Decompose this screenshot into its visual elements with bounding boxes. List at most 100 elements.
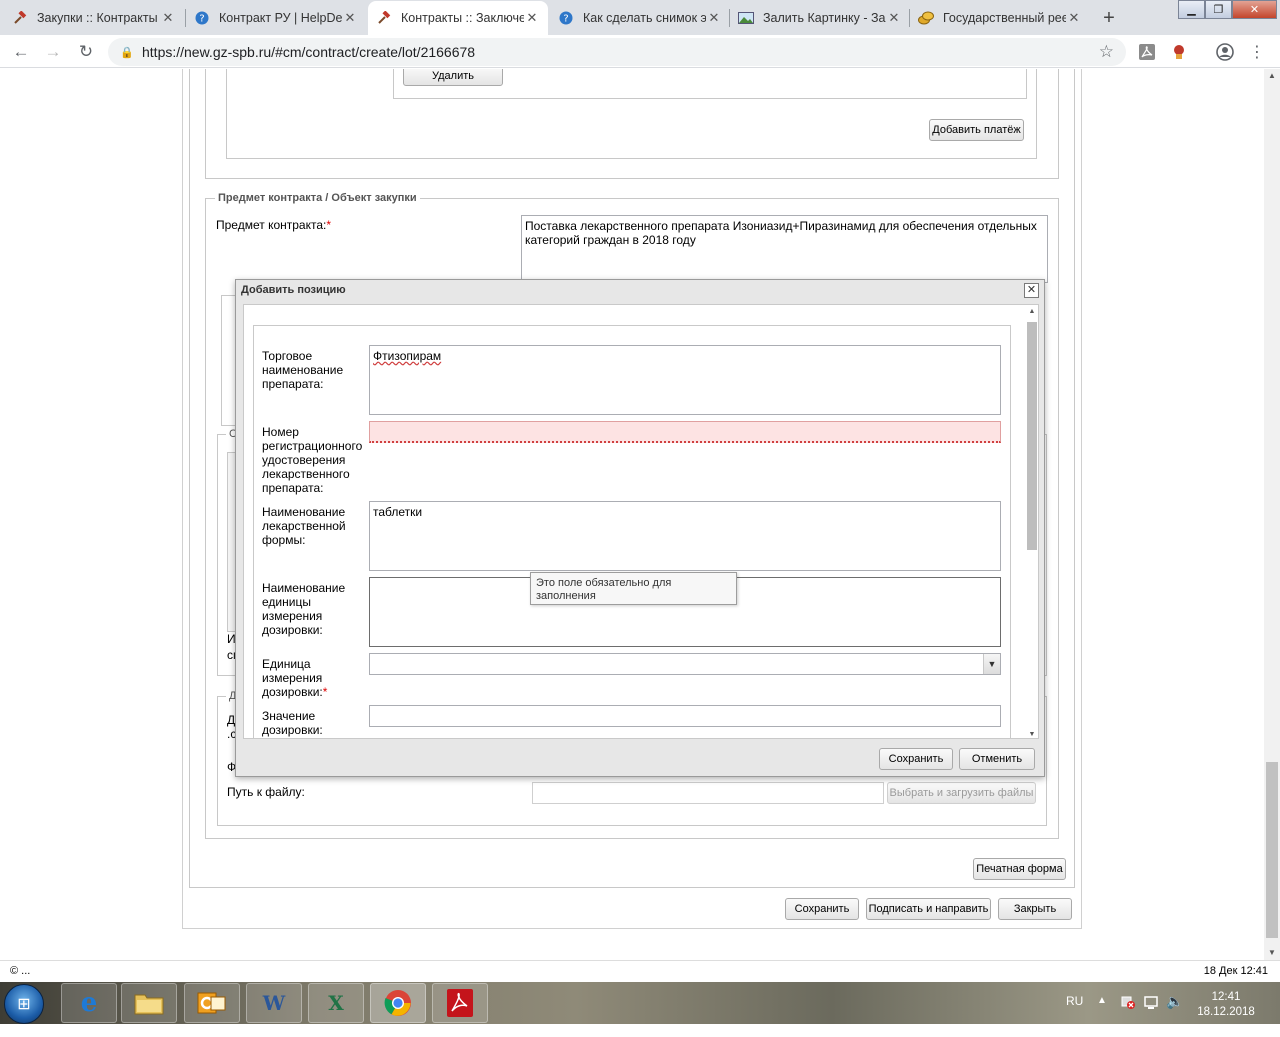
- help-globe-icon: ?: [194, 10, 210, 26]
- status-left: © ...: [10, 965, 31, 977]
- lock-icon: 🔒: [120, 46, 134, 59]
- browser-tab[interactable]: Государственный реестр ✕: [910, 1, 1090, 35]
- tab-close-icon[interactable]: ✕: [160, 10, 176, 26]
- choose-upload-button[interactable]: Выбрать и загрузить файлы: [887, 782, 1036, 804]
- save-button[interactable]: Сохранить: [785, 898, 859, 920]
- tab-title: Государственный реестр: [943, 11, 1066, 25]
- taskbar: ⊞ e W X RU ▲ 🔈 12:41 18.12.2018: [0, 982, 1280, 1024]
- language-indicator[interactable]: RU: [1066, 994, 1083, 1036]
- browser-toolbar: ← → ↻ 🔒 https://new.gz-spb.ru/#cm/contra…: [0, 35, 1280, 68]
- form-name-label: Наименование лекарственной формы:: [262, 505, 346, 547]
- clock-date: 18.12.2018: [1197, 1006, 1255, 1018]
- minimize-icon[interactable]: ▁: [1178, 0, 1205, 19]
- print-form-button[interactable]: Печатная форма: [973, 858, 1066, 880]
- picture-icon: [738, 10, 754, 26]
- text-fragment: Д: [227, 713, 236, 727]
- dialog-save-button[interactable]: Сохранить: [879, 748, 953, 770]
- dialog-scrollbar-thumb[interactable]: [1027, 322, 1037, 550]
- dialog-title: Добавить позицию: [241, 284, 346, 296]
- tab-close-icon[interactable]: ✕: [706, 10, 722, 26]
- hammer-icon: [12, 10, 28, 26]
- address-url: https://new.gz-spb.ru/#cm/contract/creat…: [142, 44, 476, 60]
- add-position-dialog: Добавить позицию ✕ Торговое наименование…: [235, 279, 1045, 777]
- scroll-down-icon[interactable]: ▼: [1264, 946, 1280, 960]
- tab-title: Контракт РУ | HelpDesk: [219, 11, 342, 25]
- close-button[interactable]: Закрыть: [998, 898, 1072, 920]
- tab-title: Контракты :: Заключение: [401, 11, 524, 25]
- help-globe-icon: ?: [558, 10, 574, 26]
- trade-name-textarea[interactable]: Фтизопирам: [369, 345, 1001, 415]
- scroll-up-icon[interactable]: ▲: [1027, 308, 1037, 315]
- menu-icon[interactable]: ⋮: [1248, 43, 1266, 61]
- clock-time: 12:41: [1211, 991, 1241, 1003]
- dose-value-input[interactable]: [369, 705, 1001, 727]
- scroll-down-icon[interactable]: ▼: [1027, 731, 1037, 738]
- page-scrollbar[interactable]: ▲ ▼: [1264, 69, 1280, 960]
- excel-icon[interactable]: X: [308, 983, 364, 1023]
- restore-icon[interactable]: ❐: [1205, 0, 1232, 19]
- browser-tab[interactable]: ? Контракт РУ | HelpDesk ✕: [186, 1, 366, 35]
- tab-close-icon[interactable]: ✕: [1066, 10, 1082, 26]
- browser-tab[interactable]: Залить Картинку - Загрузить ✕: [730, 1, 910, 35]
- forward-icon[interactable]: →: [40, 39, 66, 65]
- required-field-tooltip: Это поле обязательно для заполнения: [530, 572, 737, 605]
- coins-icon: [918, 10, 934, 26]
- browser-tab[interactable]: ? Как сделать снимок экрана ✕: [550, 1, 730, 35]
- chrome-icon[interactable]: [370, 983, 426, 1023]
- scroll-up-icon[interactable]: ▲: [1264, 69, 1280, 83]
- hammer-icon: [376, 10, 392, 26]
- word-icon[interactable]: W: [246, 983, 302, 1023]
- back-icon[interactable]: ←: [8, 39, 34, 65]
- dose-unit-label: Единица измерения дозировки:*: [262, 657, 328, 699]
- browser-tab-active[interactable]: Контракты :: Заключение ✕: [368, 1, 548, 35]
- status-datetime: 18 Дек 12:41: [1203, 965, 1268, 977]
- browser-tab-strip: Закупки :: Контракты ✕ ? Контракт РУ | H…: [0, 0, 1280, 35]
- subject-legend: Предмет контракта / Объект закупки: [215, 192, 420, 204]
- acrobat-extension-icon[interactable]: [1138, 43, 1156, 61]
- ie-icon[interactable]: e: [61, 983, 117, 1023]
- extension-icon[interactable]: [1170, 43, 1188, 61]
- reg-number-input[interactable]: [369, 421, 1001, 443]
- tab-close-icon[interactable]: ✕: [886, 10, 902, 26]
- subject-label: Предмет контракта:*: [216, 218, 332, 232]
- reg-number-label: Номер регистрационного удостоверения лек…: [262, 425, 363, 495]
- bookmark-star-icon[interactable]: ☆: [1099, 42, 1114, 62]
- trade-name-value: Фтизопирам: [373, 349, 442, 363]
- action-center-icon[interactable]: [1143, 994, 1159, 1036]
- add-payment-button[interactable]: Добавить платёж: [929, 119, 1024, 141]
- window-close-icon[interactable]: ✕: [1232, 0, 1277, 19]
- outlook-icon[interactable]: [184, 983, 240, 1023]
- start-button[interactable]: ⊞: [4, 984, 44, 1024]
- dialog-cancel-button[interactable]: Отменить: [959, 748, 1035, 770]
- svg-text:?: ?: [563, 14, 568, 25]
- window-controls: ▁ ❐ ✕: [1178, 0, 1277, 20]
- dose-value-label: Значение дозировки:: [262, 709, 323, 737]
- explorer-icon[interactable]: [121, 983, 177, 1023]
- volume-icon[interactable]: 🔈: [1166, 993, 1183, 1035]
- acrobat-icon[interactable]: [432, 983, 488, 1023]
- network-warning-icon[interactable]: [1120, 994, 1136, 1036]
- sign-send-button[interactable]: Подписать и направить: [866, 898, 991, 920]
- svg-text:?: ?: [199, 14, 204, 25]
- file-path-label: Путь к файлу:: [227, 785, 305, 799]
- show-hidden-icons[interactable]: ▲: [1097, 995, 1107, 1037]
- status-bar: © ... 18 Дек 12:41: [0, 960, 1280, 982]
- dialog-close-icon[interactable]: ✕: [1024, 283, 1039, 298]
- form-name-textarea[interactable]: таблетки: [369, 501, 1001, 571]
- file-path-input[interactable]: [532, 782, 884, 804]
- dose-unit-name-label: Наименование единицы измерения дозировки…: [262, 581, 346, 637]
- system-clock[interactable]: 12:41 18.12.2018: [1190, 990, 1262, 1020]
- dose-unit-select[interactable]: ▼: [369, 653, 1001, 675]
- account-icon[interactable]: [1216, 43, 1234, 61]
- address-bar[interactable]: 🔒 https://new.gz-spb.ru/#cm/contract/cre…: [108, 38, 1126, 66]
- browser-tab[interactable]: Закупки :: Контракты ✕: [4, 1, 184, 35]
- tab-close-icon[interactable]: ✕: [524, 10, 540, 26]
- reload-icon[interactable]: ↻: [73, 39, 99, 65]
- chevron-down-icon[interactable]: ▼: [983, 654, 1000, 674]
- dialog-scrollbar[interactable]: ▲ ▼: [1024, 305, 1038, 738]
- subject-textarea[interactable]: Поставка лекарственного препарата Изониа…: [521, 215, 1048, 283]
- delete-button[interactable]: Удалить: [403, 69, 503, 86]
- new-tab-button[interactable]: +: [1096, 5, 1122, 31]
- page-scrollbar-thumb[interactable]: [1266, 762, 1278, 938]
- tab-close-icon[interactable]: ✕: [342, 10, 358, 26]
